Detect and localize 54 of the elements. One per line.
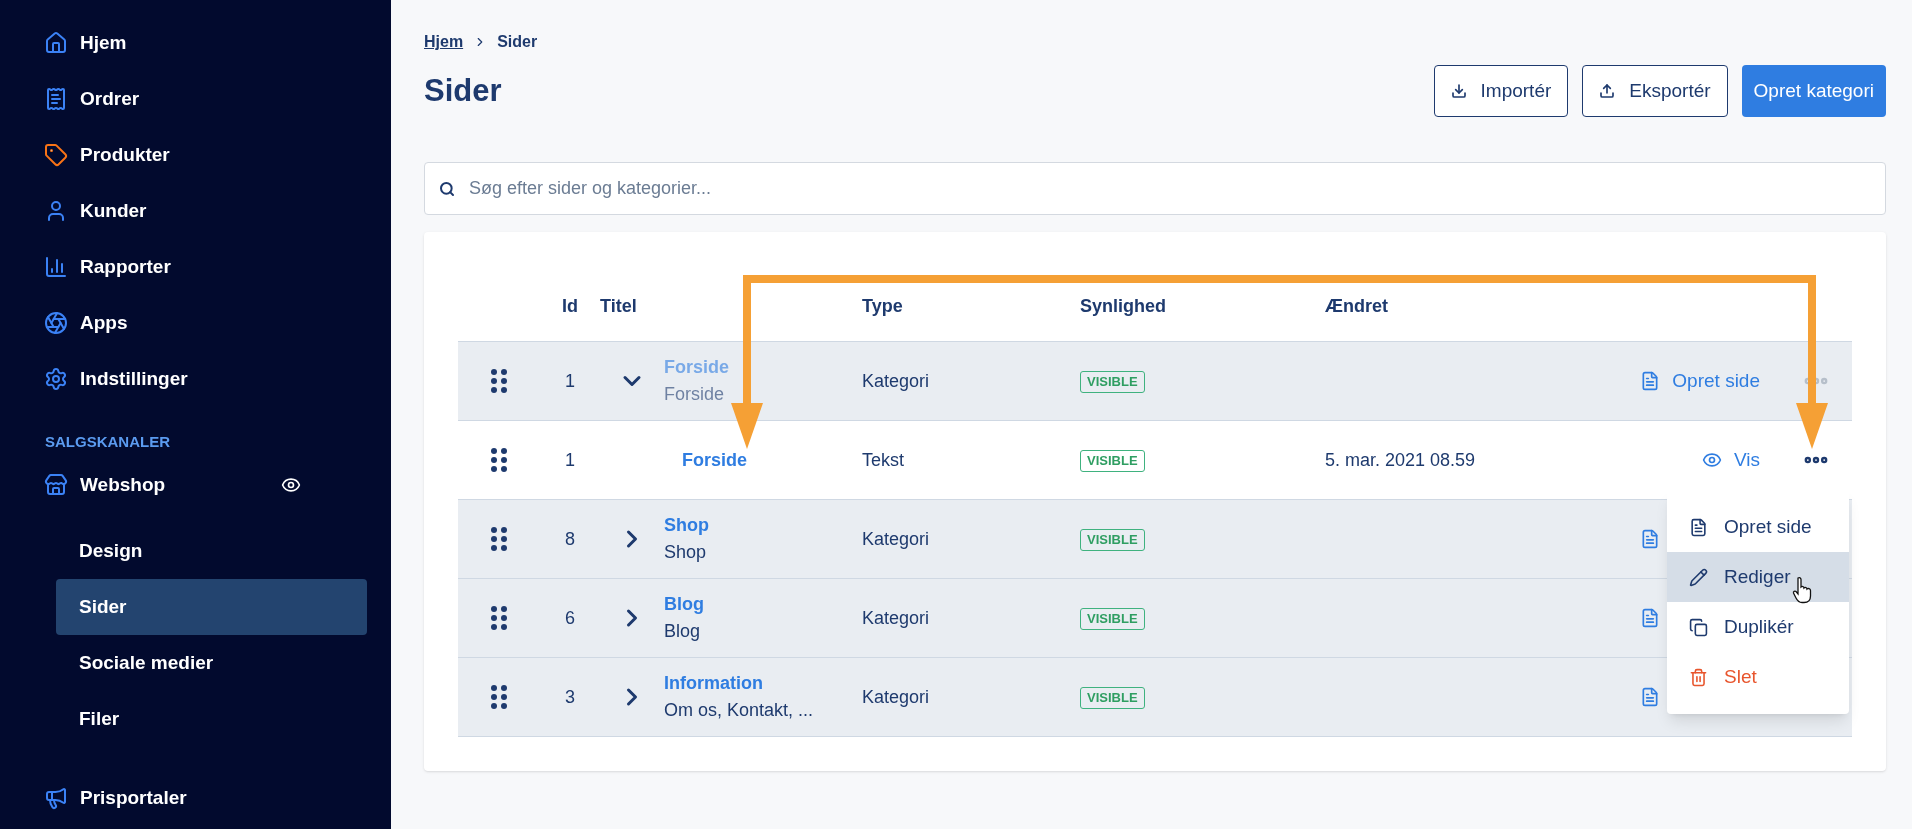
nav-item[interactable]: Produkter [80, 140, 170, 170]
nav-item[interactable]: Indstillinger [80, 364, 188, 394]
page-title: Sider [424, 71, 503, 110]
nav-item[interactable]: Prisportaler [80, 783, 187, 813]
nav-item[interactable]: Apps [80, 308, 128, 338]
type-cell-text: Tekst [862, 448, 905, 472]
sub-nav-item[interactable]: Sider [56, 579, 367, 635]
id-cell-text: 3 [565, 685, 575, 709]
type-cell-text: Kategori [862, 527, 931, 551]
visibility-badge: VISIBLE [1080, 371, 1145, 393]
sub-nav-item[interactable]: Design [56, 523, 367, 579]
menu-item[interactable]: Rediger [1667, 552, 1849, 602]
type-cell-text: Kategori [862, 369, 931, 393]
create-page-link[interactable]: Opret side [1672, 366, 1760, 396]
section-label: SALGSKANALER [45, 431, 170, 452]
create-category-button[interactable]: Opret kategori [1741, 65, 1886, 117]
page-subtitle: Forside [664, 383, 726, 406]
nav-item[interactable]: Rapporter [80, 252, 171, 282]
column-header: Ændret [1325, 295, 1389, 318]
export-button[interactable]: Eksportér [1582, 65, 1728, 117]
view-link[interactable]: Vis [1733, 445, 1760, 475]
changed-cell-text: 5. mar. 2021 08.59 [1325, 448, 1477, 472]
column-header: Id [562, 295, 578, 318]
sub-nav-item[interactable]: Filer [56, 691, 367, 747]
import-button[interactable]: Importér [1433, 65, 1569, 117]
search-field[interactable]: Søg efter sider og kategorier... [424, 162, 1886, 215]
page-subtitle: Shop [664, 541, 708, 564]
breadcrumb-current: Sider [497, 32, 538, 52]
column-header: Synlighed [1080, 295, 1167, 318]
nav-item[interactable]: Webshop [80, 470, 269, 500]
visibility-badge: VISIBLE [1080, 529, 1145, 551]
nav-item[interactable]: Hjem [80, 28, 127, 58]
visibility-badge: VISIBLE [1080, 687, 1145, 709]
menu-item[interactable]: Duplikér [1667, 602, 1849, 652]
visibility-badge: VISIBLE [1080, 450, 1145, 472]
column-header: Titel [600, 295, 638, 318]
menu-item[interactable]: Opret side [1667, 502, 1849, 552]
sub-nav-item[interactable]: Sociale medier [56, 635, 367, 691]
type-cell-text: Kategori [862, 606, 931, 630]
visibility-badge: VISIBLE [1080, 608, 1145, 630]
page-subtitle: Blog [664, 620, 702, 643]
menu-item[interactable]: Slet [1667, 652, 1849, 702]
type-cell-text: Kategori [862, 685, 931, 709]
id-cell-text: 1 [565, 369, 575, 393]
breadcrumb-link[interactable]: Hjem [424, 30, 464, 54]
id-cell-text: 8 [565, 527, 575, 551]
search-input[interactable]: Søg efter sider og kategorier... [469, 175, 1871, 202]
page-title-link[interactable]: Forside [682, 446, 862, 474]
nav-item[interactable]: Ordrer [80, 84, 140, 114]
id-cell-text: 1 [565, 448, 575, 472]
nav-item[interactable]: Kunder [80, 196, 147, 226]
page-subtitle: Om os, Kontakt, ... [664, 699, 815, 722]
column-header: Type [862, 295, 904, 318]
id-cell-text: 6 [565, 606, 575, 630]
